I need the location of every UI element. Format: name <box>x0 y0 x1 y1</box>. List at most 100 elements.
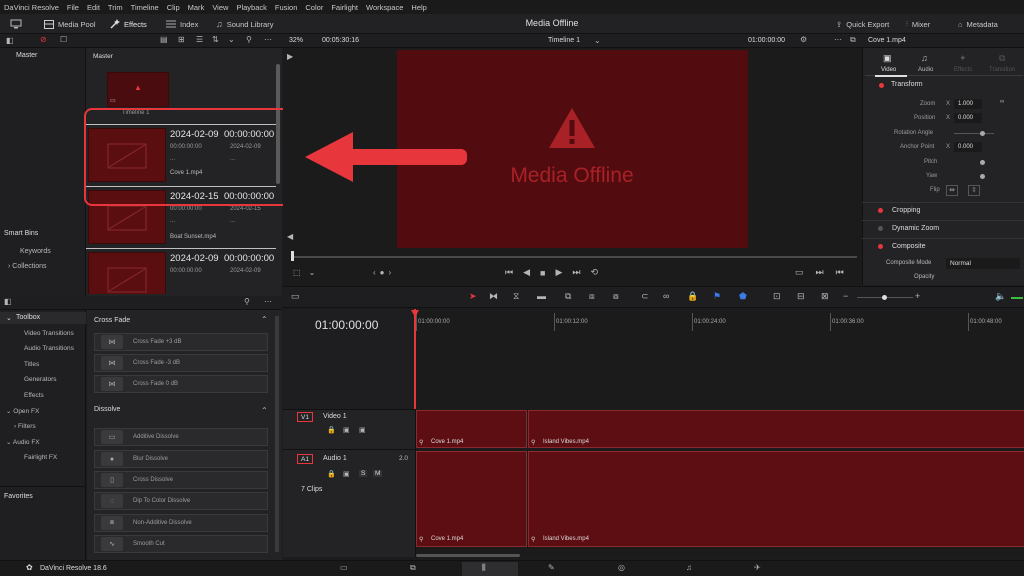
toolbox-effects[interactable]: Effects <box>24 392 44 399</box>
fairlight-fx-item[interactable]: Fairlight FX <box>24 454 57 461</box>
menu-item-file[interactable]: File <box>67 3 79 12</box>
track-lock-icon[interactable]: 🔒 <box>327 426 336 434</box>
clip-row[interactable]: 2024-02-09 00:00:00:00 00:00:00:00 2024-… <box>86 250 276 294</box>
flip-vertical-icon[interactable]: ⇳ <box>968 185 980 196</box>
tab-transition[interactable]: Transition <box>989 67 1015 73</box>
chevron-down-icon[interactable]: ⌄ <box>228 35 235 44</box>
composite-section[interactable]: Composite <box>862 238 1024 254</box>
collections-bin[interactable]: › Collections <box>8 263 47 270</box>
metadata-button[interactable]: ⌂ Metadata <box>958 17 998 31</box>
forward-to-end-icon[interactable]: ⏭ <box>572 267 580 278</box>
zoom-x-field[interactable]: 1.000 <box>954 99 982 109</box>
timeline-ruler-area[interactable]: 01:00:00:00 01:00:12:00 01:00:24:00 01:00:3… <box>416 309 1024 409</box>
zoom-in-icon[interactable]: + <box>915 291 920 301</box>
fairlight-page-icon[interactable]: ♫ <box>686 563 692 572</box>
chevron-down-icon[interactable]: ⌄ <box>309 268 316 277</box>
timeline-selector[interactable]: Timeline 1 <box>548 37 580 44</box>
tab-video[interactable]: Video <box>881 67 896 73</box>
zoom-level[interactable]: 32% <box>289 37 303 44</box>
next-frame-icon[interactable]: ⏭ <box>816 267 824 278</box>
video-tab-icon[interactable]: ▣ <box>883 53 892 64</box>
track-lock-icon[interactable]: 🔒 <box>327 470 336 478</box>
menu-item-playback[interactable]: Playback <box>236 3 266 12</box>
stop-icon[interactable]: ■ <box>540 268 545 278</box>
zoom-full-icon[interactable]: ⊡ <box>773 291 781 302</box>
dynamic-zoom-enable-dot[interactable] <box>878 226 883 231</box>
viewer-more-icon[interactable]: ⋯ <box>834 35 842 44</box>
timeline-view-icon[interactable]: ▭ <box>291 291 300 302</box>
match-frame-icon[interactable]: ▭ <box>795 267 804 278</box>
dynamic-zoom-section[interactable]: Dynamic Zoom <box>862 220 1024 236</box>
effect-item[interactable]: ⧈ Non-Additive Dissolve <box>94 514 268 532</box>
zoom-detail-icon[interactable]: ⊟ <box>797 291 805 302</box>
transform-icon[interactable]: ⬚ <box>293 268 301 277</box>
play-reverse-icon[interactable]: ◀ <box>523 267 530 278</box>
menu-item-davinci-resolve[interactable]: DaVinci Resolve <box>4 3 59 12</box>
loop-icon[interactable]: ⟲ <box>591 267 599 278</box>
anchor-x-field[interactable]: 0.000 <box>954 142 982 152</box>
menu-item-workspace[interactable]: Workspace <box>366 3 403 12</box>
audio-tab-icon[interactable]: ♫ <box>921 53 928 63</box>
index-tab[interactable]: Index <box>166 17 198 31</box>
transition-tab-icon[interactable]: ⧉ <box>999 53 1005 64</box>
detail-view-icon[interactable]: ☰ <box>196 35 203 44</box>
effect-item[interactable]: ◌ Dip To Color Dissolve <box>94 492 268 510</box>
flip-horizontal-icon[interactable]: ⇹ <box>946 185 958 196</box>
insert-clip-icon[interactable]: ⧉ <box>565 291 571 302</box>
tab-audio[interactable]: Audio <box>918 67 933 73</box>
menu-item-color[interactable]: Color <box>305 3 323 12</box>
snapping-icon[interactable]: ⊂ <box>641 291 649 302</box>
mixer-button[interactable]: ⫶ Mixer <box>906 17 930 31</box>
keywords-bin[interactable]: Keywords <box>20 248 51 255</box>
jog-left-icon[interactable]: ‹ <box>373 268 376 277</box>
flag-icon[interactable]: ⚑ <box>713 291 721 302</box>
effects-tab-icon[interactable]: ✦ <box>959 53 967 64</box>
media-pool-tab[interactable]: Media Pool <box>44 17 96 31</box>
panel-toggle-icon[interactable]: ◧ <box>4 297 12 306</box>
toolbox-titles[interactable]: Titles <box>24 361 39 368</box>
timeline-scrollbar[interactable] <box>416 554 520 557</box>
chevron-down-icon[interactable]: ⌄ <box>594 36 601 45</box>
replace-clip-icon[interactable]: ⧇ <box>613 291 619 302</box>
trim-tool-icon[interactable]: ⧓ <box>489 291 498 302</box>
timeline-thumbnail[interactable]: ▲ ▭ <box>107 72 169 107</box>
dynamic-trim-icon[interactable]: ⧖ <box>513 291 519 302</box>
jog-right-icon[interactable]: › <box>389 268 392 277</box>
marker-icon[interactable]: ⬟ <box>739 291 747 302</box>
link-icon[interactable]: ⊘ <box>40 35 47 44</box>
sound-library-tab[interactable]: ♫ Sound Library <box>216 17 273 31</box>
play-right-icon[interactable]: ▶ <box>287 52 293 61</box>
effect-item[interactable]: ▯ Cross Dissolve <box>94 471 268 489</box>
zoom-out-icon[interactable]: − <box>843 291 848 301</box>
chevron-up-icon[interactable]: ⌃ <box>261 406 268 415</box>
scrubber-handle[interactable] <box>291 251 294 261</box>
color-page-icon[interactable]: ◎ <box>618 563 625 572</box>
transform-header[interactable]: Transform <box>891 81 923 88</box>
effect-item[interactable]: ● Blur Dissolve <box>94 450 268 468</box>
mute-button[interactable]: M <box>373 470 383 477</box>
speaker-icon[interactable]: 🔈 <box>995 291 1006 302</box>
play-left-icon[interactable]: ◀ <box>287 232 293 241</box>
blade-tool-icon[interactable]: ▬ <box>537 291 546 301</box>
rewind-to-start-icon[interactable]: ⏮ <box>505 267 513 278</box>
effect-item[interactable]: ⋈ Cross Fade +3 dB <box>94 333 268 351</box>
solo-button[interactable]: S <box>359 470 368 477</box>
menu-item-edit[interactable]: Edit <box>87 3 100 12</box>
v1-label[interactable]: V1 <box>297 412 313 422</box>
linked-selection-icon[interactable]: ∞ <box>663 291 669 301</box>
fullscreen-icon[interactable]: ⧉ <box>850 35 856 45</box>
panel-toggle-icon[interactable]: ◧ <box>6 36 14 45</box>
open-fx-item[interactable]: ⌄ Open FX <box>6 407 39 415</box>
toolbox-video-transitions[interactable]: Video Transitions <box>24 330 74 337</box>
sort-icon[interactable]: ⇅ <box>212 35 219 44</box>
effect-item[interactable]: ⋈ Cross Fade 0 dB <box>94 375 268 393</box>
media-page-icon[interactable]: ▭ <box>340 563 348 572</box>
rotation-slider-knob[interactable] <box>980 131 985 136</box>
auto-select-icon[interactable]: ▣ <box>343 426 350 434</box>
cut-page-icon[interactable]: ⧉ <box>410 563 416 573</box>
menu-item-view[interactable]: View <box>212 3 228 12</box>
effect-item[interactable]: ▭ Additive Dissolve <box>94 428 268 446</box>
toolbox-audio-transitions[interactable]: Audio Transitions <box>24 345 74 352</box>
chevron-up-icon[interactable]: ⌃ <box>261 315 268 324</box>
menu-item-trim[interactable]: Trim <box>108 3 123 12</box>
